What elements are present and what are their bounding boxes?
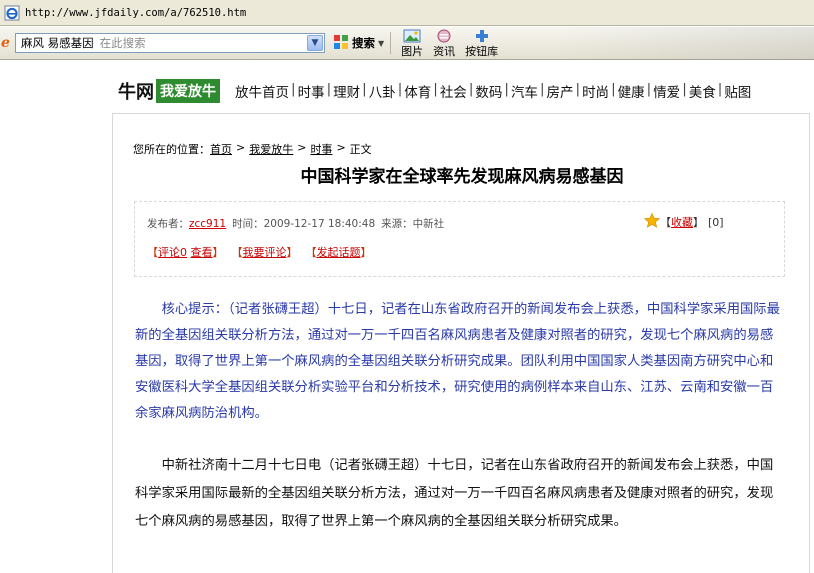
article-panel: 您所在的位置： 首页 > 我爱放牛 > 时事 > 正文 中国科学家在全球率先发现… xyxy=(112,113,810,573)
toolbar-e-icon: e xyxy=(1,35,10,51)
nav-link[interactable]: 美食 xyxy=(687,81,718,101)
breadcrumb-prefix: 您所在的位置： xyxy=(133,143,210,156)
address-url[interactable]: http://www.jfdaily.com/a/762510.htm xyxy=(25,7,246,19)
site-nav: 牛网 我爱放牛 放牛首页 | 时事 | 理财 | 八卦 | 体育 | 社会 | 数码 | 汽车 | 房产 | 时尚 |… xyxy=(118,79,753,103)
nav-link[interactable]: 贴图 xyxy=(722,81,753,101)
site-logo-tag[interactable]: 我爱放牛 xyxy=(156,79,220,103)
publish-time: 时间：2009-12-17 18:40:48 xyxy=(232,218,376,230)
comment-count-link[interactable]: 评论0 xyxy=(158,246,187,259)
address-bar[interactable]: http://www.jfdaily.com/a/762510.htm xyxy=(0,0,814,26)
bookmark-button[interactable]: 按钮库 xyxy=(465,29,498,58)
star-icon xyxy=(643,212,661,231)
write-comment-link[interactable]: 我要评论 xyxy=(243,246,287,259)
meta-info: 发布者： zcc911 时间：2009-12-17 18:40:48 来源：中新… xyxy=(147,216,444,231)
nav-link[interactable]: 汽车 xyxy=(509,81,540,101)
nav-link[interactable]: 时事 xyxy=(296,81,327,101)
chevron-down-icon: ▼ xyxy=(378,38,385,48)
plus-icon xyxy=(473,29,491,46)
favorite-link[interactable]: 收藏 xyxy=(671,214,693,230)
publisher-link[interactable]: zcc911 xyxy=(189,218,226,230)
search-dropdown-icon[interactable]: ▼ xyxy=(307,35,323,51)
breadcrumb-home-link[interactable]: 首页 xyxy=(210,141,232,157)
news-button-label: 资讯 xyxy=(433,44,456,58)
search-button[interactable]: 搜索 ▼ xyxy=(333,34,384,53)
search-query: 麻风 易感基因 xyxy=(21,36,94,50)
search-button-label: 搜索 xyxy=(352,36,375,50)
nav-link[interactable]: 时尚 xyxy=(580,81,611,101)
image-icon xyxy=(403,29,421,46)
nav-link[interactable]: 社会 xyxy=(438,81,469,101)
breadcrumb: 您所在的位置： 首页 > 我爱放牛 > 时事 > 正文 xyxy=(133,141,372,157)
search-input[interactable]: 麻风 易感基因 在此搜索 ▼ xyxy=(15,33,325,53)
nav-links: 放牛首页 | 时事 | 理财 | 八卦 | 体育 | 社会 | 数码 | 汽车 | 房产 | 时尚 | 健康 | 情爱 | 美食… xyxy=(233,81,753,101)
ie-page-icon xyxy=(3,4,21,22)
toolbar-divider xyxy=(390,32,392,54)
favorite-count: [0] xyxy=(708,215,724,229)
start-topic-link[interactable]: 发起话题 xyxy=(317,246,361,259)
images-button-label: 图片 xyxy=(401,44,424,58)
article-meta: 发布者： zcc911 时间：2009-12-17 18:40:48 来源：中新… xyxy=(134,201,785,277)
nav-link[interactable]: 放牛首页 xyxy=(233,81,291,101)
article-title: 中国科学家在全球率先发现麻风病易感基因 xyxy=(300,167,624,187)
nav-link[interactable]: 八卦 xyxy=(367,81,398,101)
nav-link[interactable]: 情爱 xyxy=(651,81,682,101)
article-source: 来源：中新社 xyxy=(381,218,445,230)
view-comments-link[interactable]: 查看 xyxy=(191,246,213,259)
bookmark-button-label: 按钮库 xyxy=(465,44,499,58)
breadcrumb-current: 正文 xyxy=(349,143,372,156)
search-placeholder: 在此搜索 xyxy=(99,36,146,50)
publisher-label: 发布者： xyxy=(147,218,189,230)
nav-link[interactable]: 健康 xyxy=(616,81,647,101)
breadcrumb-separator: > xyxy=(297,141,307,154)
nav-link[interactable]: 理财 xyxy=(331,81,362,101)
nav-link[interactable]: 体育 xyxy=(402,81,433,101)
search-logo-icon xyxy=(333,34,349,53)
article-body: 中新社济南十二月十七日电（记者张礴王超）十七日，记者在山东省政府召开的新闻发布会… xyxy=(135,458,774,529)
toolbar-background-decoration xyxy=(554,27,814,60)
comment-actions: 【评论0 查看】 【我要评论】 【发起话题】 xyxy=(147,246,372,259)
breadcrumb-separator: > xyxy=(236,141,246,154)
favorite-area: 【 收藏 】 [0] xyxy=(643,212,724,231)
breadcrumb-section-link[interactable]: 我爱放牛 xyxy=(249,141,293,157)
site-logo[interactable]: 牛网 xyxy=(118,78,154,104)
breadcrumb-separator: > xyxy=(336,141,346,154)
breadcrumb-category-link[interactable]: 时事 xyxy=(310,141,332,157)
nav-link[interactable]: 房产 xyxy=(545,81,576,101)
news-icon xyxy=(435,29,453,46)
nav-link[interactable]: 数码 xyxy=(473,81,504,101)
images-button[interactable]: 图片 xyxy=(401,29,423,58)
news-button[interactable]: 资讯 xyxy=(433,29,455,58)
article-summary: 核心提示：（记者张礴王超）十七日，记者在山东省政府召开的新闻发布会上获悉，中国科… xyxy=(135,302,780,421)
search-toolbar: e 麻风 易感基因 在此搜索 ▼ 搜索 ▼ 图片 资讯 按钮库 xyxy=(0,27,814,60)
